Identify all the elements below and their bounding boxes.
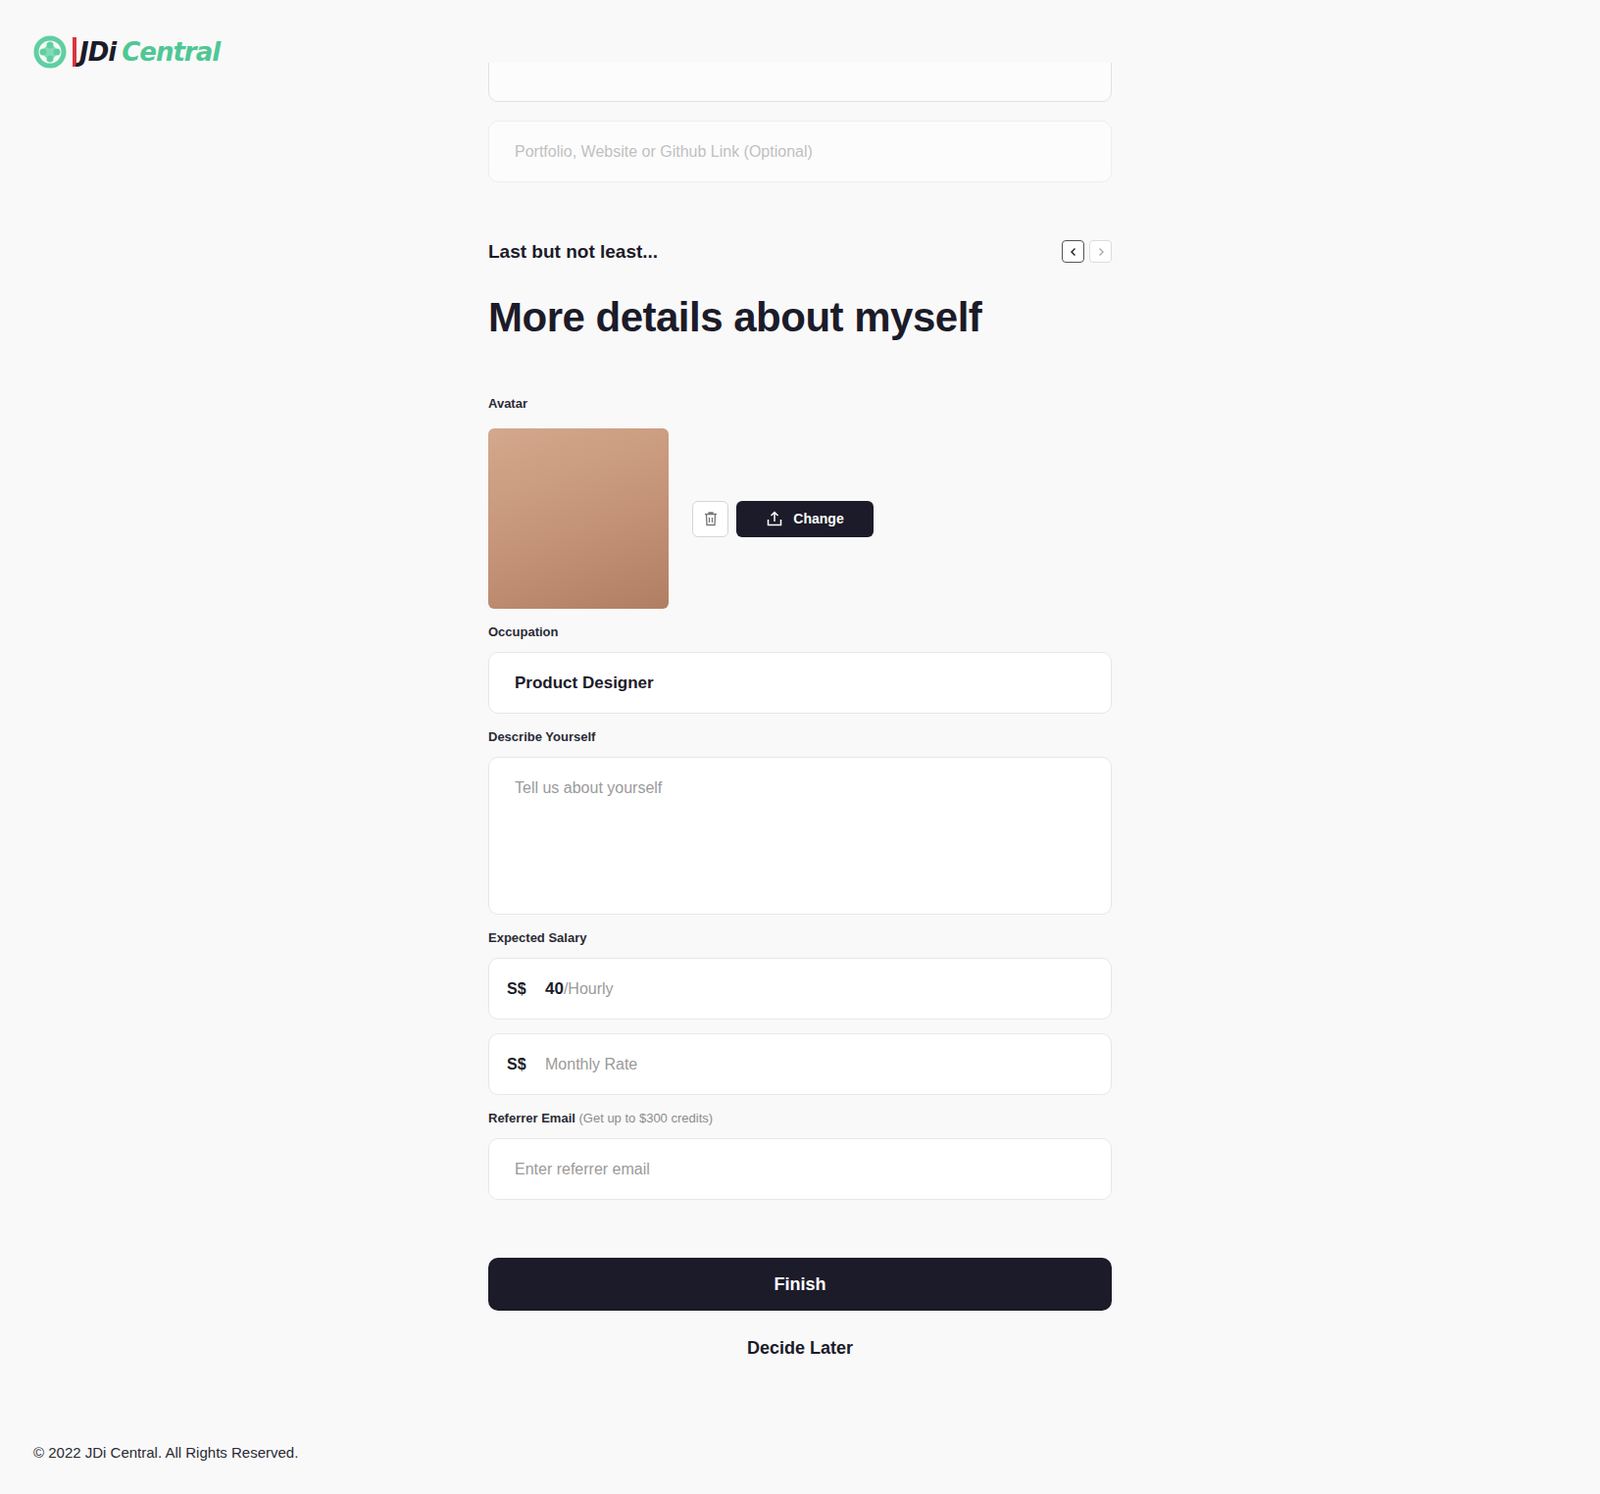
chevron-right-icon xyxy=(1096,247,1106,257)
occupation-input[interactable] xyxy=(488,651,1112,714)
decide-later-button[interactable]: Decide Later xyxy=(739,1334,861,1363)
step-nav xyxy=(1061,240,1112,263)
describe-textarea[interactable] xyxy=(488,756,1112,915)
logo-icon xyxy=(33,35,67,69)
currency: S$ xyxy=(506,1055,546,1074)
avatar-photo xyxy=(488,428,669,609)
change-avatar-button[interactable]: Change xyxy=(736,500,874,538)
section-header: Last but not least... xyxy=(488,240,1112,263)
prev-button[interactable] xyxy=(1061,240,1085,263)
profile-form: Last but not least... More details about … xyxy=(488,0,1112,1363)
salary-placeholder: Monthly Rate xyxy=(545,1055,638,1074)
logo-brand: JDi xyxy=(72,37,116,67)
page: JDiCentral Last but not least... More deta… xyxy=(0,0,1600,1494)
section-eyebrow: Last but not least... xyxy=(488,241,658,263)
resume-field-clipped xyxy=(488,62,1112,102)
salary-fields: S$40/HourlyS$Monthly Rate xyxy=(488,957,1112,1096)
section-title: More details about myself xyxy=(488,292,1112,344)
logo[interactable]: JDiCentral xyxy=(33,35,220,69)
chevron-left-icon xyxy=(1068,247,1079,257)
salary-label: Expected Salary xyxy=(488,930,1112,947)
upload-icon xyxy=(765,509,784,528)
finish-button[interactable]: Finish xyxy=(488,1257,1112,1311)
occupation-label: Occupation xyxy=(488,624,1112,641)
logo-name: Central xyxy=(121,37,220,67)
avatar-row: Change xyxy=(488,428,1112,609)
next-button[interactable] xyxy=(1089,240,1112,263)
salary-field[interactable]: S$40/Hourly xyxy=(488,957,1112,1020)
referrer-label: Referrer Email (Get up to $300 credits) xyxy=(488,1110,1112,1127)
portfolio-input[interactable] xyxy=(488,120,1112,183)
salary-unit: /Hourly xyxy=(563,980,614,999)
currency: S$ xyxy=(506,980,546,999)
trash-icon xyxy=(701,509,720,528)
footer: © 2022 JDi Central. All Rights Reserved. xyxy=(33,1444,299,1461)
delete-avatar-button[interactable] xyxy=(692,500,729,538)
resume-field[interactable] xyxy=(488,62,1112,102)
referrer-input[interactable] xyxy=(488,1138,1112,1200)
salary-field[interactable]: S$Monthly Rate xyxy=(488,1033,1112,1096)
salary-value: 40 xyxy=(545,979,564,1000)
avatar-label: Avatar xyxy=(488,396,1112,412)
describe-label: Describe Yourself xyxy=(488,729,1112,746)
